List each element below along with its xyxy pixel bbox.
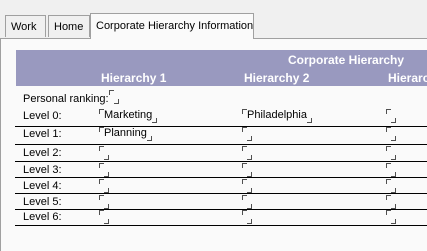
row-divider (15, 225, 427, 226)
level-5-hierarchy-1-field[interactable] (99, 195, 109, 210)
level-1-label: Level 1: (23, 128, 62, 140)
level-2-hierarchy-3-field[interactable] (386, 146, 396, 161)
column-header-hierarchy-3: Hierarc (388, 71, 427, 85)
column-header-hierarchy-2: Hierarchy 2 (244, 71, 310, 85)
level-2-hierarchy-1-field[interactable] (99, 146, 109, 161)
level-4-label: Level 4: (23, 180, 62, 192)
corporate-hierarchy-panel: Corporate Hierarchy Hierarchy 1 Hierarch… (0, 39, 427, 251)
row-divider (15, 177, 427, 178)
level-4-hierarchy-2-field[interactable] (242, 179, 252, 194)
level-3-hierarchy-2-field[interactable] (242, 163, 252, 178)
level-1-hierarchy-3-field[interactable] (386, 127, 396, 142)
tab-work[interactable]: Work (5, 15, 46, 37)
level-3-hierarchy-3-field[interactable] (386, 163, 396, 178)
hierarchy-header: Corporate Hierarchy Hierarchy 1 Hierarch… (16, 50, 427, 86)
level-0-hierarchy-1-field[interactable]: Marketing (99, 109, 158, 124)
level-5-hierarchy-2-field[interactable] (242, 195, 252, 210)
level-0-hierarchy-2-field[interactable]: Philadelphia (242, 109, 312, 124)
row-divider (15, 144, 427, 145)
level-2-hierarchy-2-field[interactable] (242, 146, 252, 161)
level-4-hierarchy-1-field[interactable] (99, 179, 109, 194)
level-6-hierarchy-3-field[interactable] (386, 210, 396, 225)
level-3-hierarchy-1-field[interactable] (99, 163, 109, 178)
row-divider (15, 126, 427, 127)
personal-ranking-label: Personal ranking: (23, 93, 109, 105)
column-header-hierarchy-1: Hierarchy 1 (101, 71, 167, 85)
level-0-hierarchy-3-field[interactable] (386, 109, 396, 124)
level-4-hierarchy-3-field[interactable] (386, 179, 396, 194)
level-6-hierarchy-2-field[interactable] (242, 210, 252, 225)
tab-corporate-hierarchy-information[interactable]: Corporate Hierarchy Information (90, 13, 254, 39)
level-1-hierarchy-2-field[interactable] (242, 127, 252, 142)
tab-bar: Work Home Corporate Hierarchy Informatio… (0, 0, 427, 39)
row-divider (15, 209, 427, 210)
tab-home[interactable]: Home (48, 15, 90, 37)
level-3-label: Level 3: (23, 164, 62, 176)
level-5-hierarchy-3-field[interactable] (386, 195, 396, 210)
row-divider (15, 161, 427, 162)
level-1-hierarchy-1-field[interactable]: Planning (99, 127, 152, 142)
level-6-label: Level 6: (23, 211, 62, 223)
level-6-hierarchy-1-field[interactable] (99, 210, 109, 225)
row-divider (15, 193, 427, 194)
personal-ranking-field[interactable] (109, 90, 119, 105)
level-5-label: Level 5: (23, 196, 62, 208)
level-0-label: Level 0: (23, 110, 62, 122)
level-2-label: Level 2: (23, 147, 62, 159)
hierarchy-title: Corporate Hierarchy (288, 53, 405, 67)
